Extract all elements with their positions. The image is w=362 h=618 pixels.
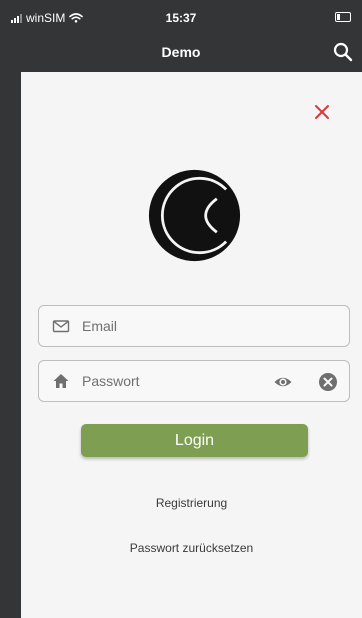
password-input[interactable] [82, 361, 252, 401]
login-panel: Login Registrierung Passwort zurücksetze… [21, 72, 362, 618]
email-input[interactable] [82, 306, 252, 346]
reset-password-link[interactable]: Passwort zurücksetzen [21, 541, 362, 555]
home-icon [53, 374, 69, 388]
close-icon[interactable] [312, 102, 332, 122]
email-field [38, 305, 350, 347]
password-field [38, 360, 350, 402]
mail-icon [52, 320, 70, 333]
page-title: Demo [161, 44, 201, 60]
eye-icon[interactable] [273, 372, 293, 392]
tennis-ball-logo [148, 169, 241, 262]
register-link[interactable]: Registrierung [21, 496, 362, 510]
nav-bar: Demo [0, 36, 362, 72]
status-bar: winSIM 15:37 [0, 0, 362, 36]
search-icon[interactable] [331, 40, 355, 64]
clear-icon[interactable] [318, 372, 338, 392]
status-time: 15:37 [165, 11, 197, 25]
login-button[interactable]: Login [81, 424, 308, 457]
battery-icon [335, 12, 351, 22]
